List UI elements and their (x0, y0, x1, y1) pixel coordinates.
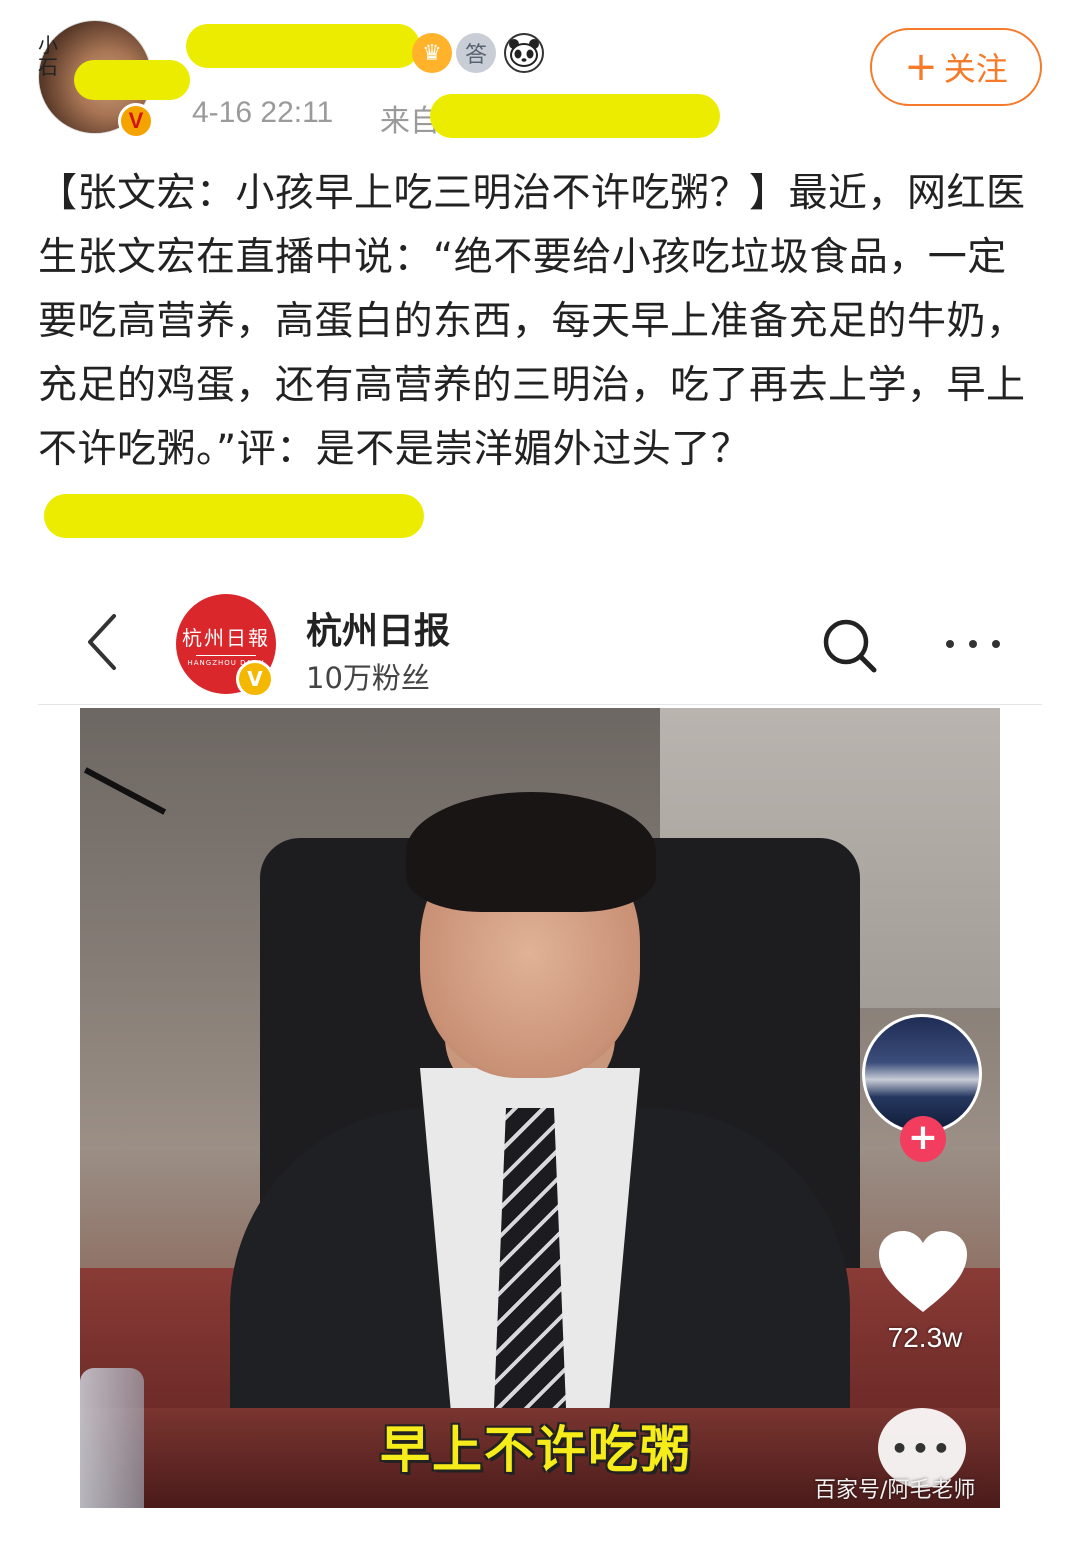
post-timestamp: 4-16 22:11 (192, 96, 334, 129)
verified-badge: V (118, 103, 154, 139)
video-frame[interactable]: + 72.3w ••• 早上不许吃粥 百家号/阿毛老师 (80, 708, 1000, 1508)
header-divider (38, 704, 1042, 705)
logo-divider (196, 654, 256, 656)
account-verified-badge: V (236, 660, 274, 698)
text-redaction (44, 493, 424, 538)
plus-icon: + (904, 44, 938, 90)
water-bottle (80, 1368, 144, 1508)
more-icon[interactable] (940, 620, 1006, 668)
search-icon[interactable] (818, 614, 882, 678)
medal-icon: 答 (456, 33, 496, 73)
panda-icon (504, 33, 544, 73)
logo-text-cn: 杭州日報 (182, 625, 270, 650)
post-text: 【张文宏：小孩早上吃三明治不许吃粥？】最近，网红医生张文宏在直播中说：“绝不要给… (38, 171, 1026, 472)
follow-button[interactable]: + 关注 (870, 28, 1042, 106)
account-name[interactable]: 杭州日报 (306, 602, 450, 654)
account-fans: 10万粉丝 (306, 661, 430, 695)
username-redaction (186, 24, 420, 68)
follow-plus-icon[interactable]: + (900, 1116, 946, 1162)
video-subtitle: 早上不许吃粥 (380, 1421, 692, 1479)
video-watermark: 百家号/阿毛老师 (814, 1478, 976, 1503)
post-body: 【张文宏：小孩早上吃三明治不许吃粥？】最近，网红医生张文宏在直播中说：“绝不要给… (38, 162, 1038, 546)
username-redaction-2 (74, 60, 190, 100)
like-count: 72.3w (887, 1322, 963, 1353)
microphone (83, 767, 167, 815)
follow-label: 关注 (943, 50, 1008, 88)
avatar-text: 小石 (38, 33, 58, 79)
source-redaction (430, 94, 720, 138)
back-icon[interactable] (82, 610, 122, 674)
crown-icon: ♛ (412, 33, 452, 73)
person-hair (406, 792, 656, 912)
heart-icon[interactable] (875, 1228, 971, 1318)
